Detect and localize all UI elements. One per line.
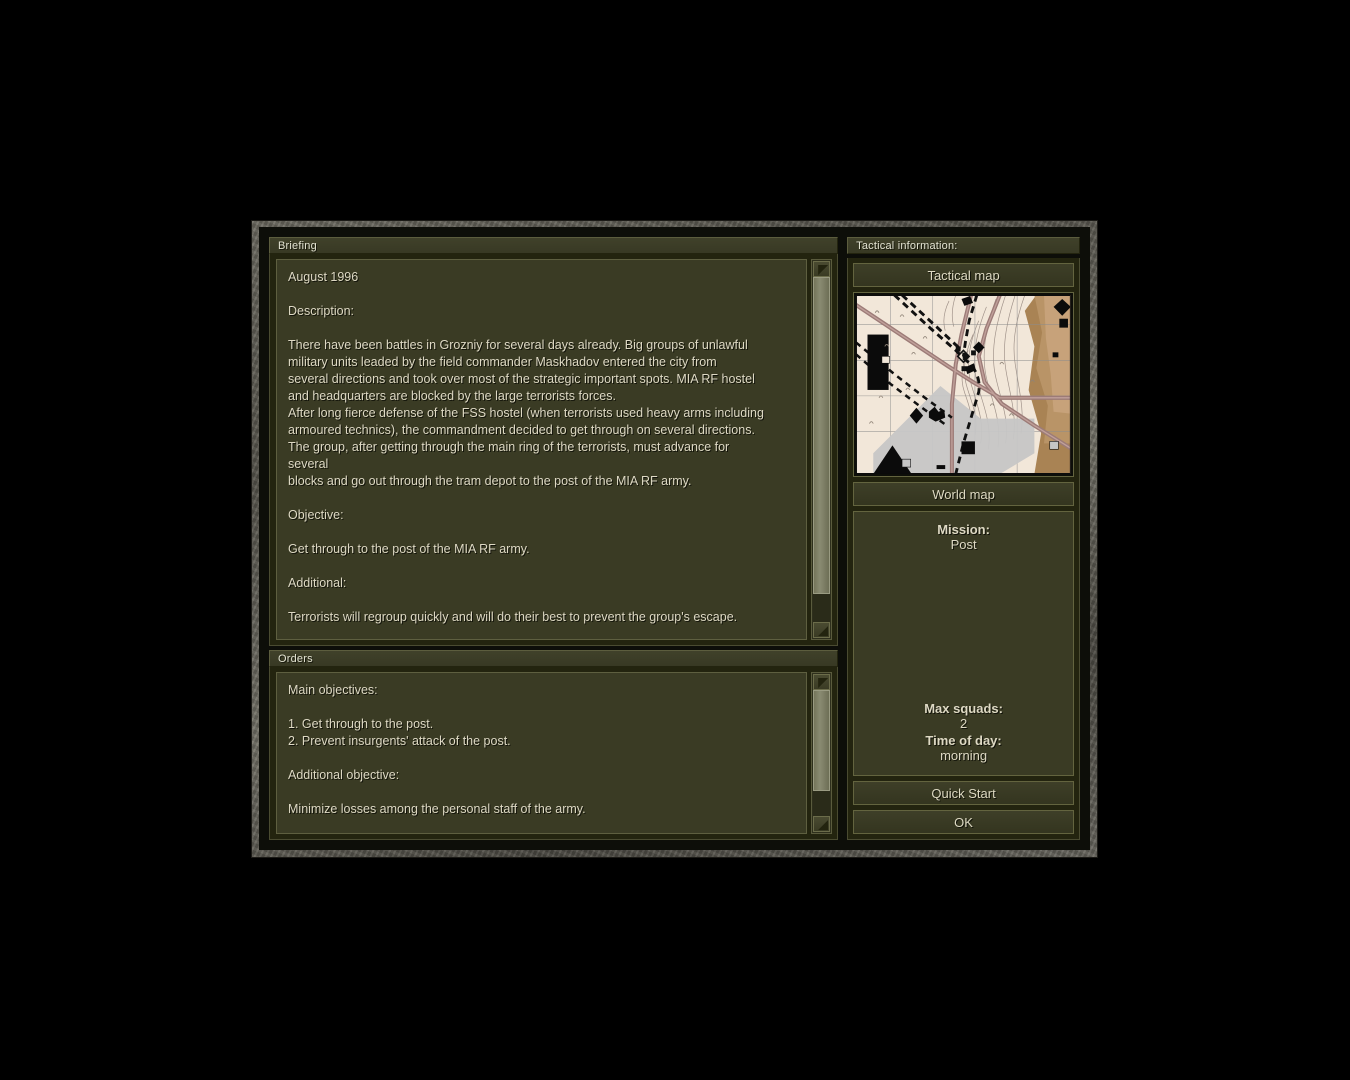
quick-start-button[interactable]: Quick Start	[853, 781, 1074, 805]
orders-scroll-down-arrow-icon[interactable]	[813, 816, 831, 832]
briefing-text: August 1996 Description: There have been…	[276, 259, 808, 640]
briefing-section: Briefing August 1996 Description: There …	[269, 237, 839, 646]
tactical-body: Tactical map World map Mission: Post Max…	[847, 258, 1080, 840]
orders-text: Main objectives: 1. Get through to the p…	[276, 672, 808, 834]
scroll-up-arrow-icon[interactable]	[813, 261, 831, 277]
briefing-scrollbar[interactable]	[811, 259, 833, 640]
briefing-body: August 1996 Description: There have been…	[269, 254, 839, 646]
mission-value: Post	[950, 537, 977, 552]
tactical-map-thumbnail[interactable]	[853, 292, 1074, 477]
briefing-title: Briefing	[278, 239, 317, 252]
scroll-down-arrow-icon[interactable]	[813, 622, 831, 638]
orders-scroll-up-arrow-icon[interactable]	[813, 674, 831, 690]
left-column: Briefing August 1996 Description: There …	[260, 228, 840, 849]
world-map-button[interactable]: World map	[853, 482, 1074, 506]
time-of-day-label: Time of day:	[925, 733, 1002, 748]
tactical-titlebar: Tactical information:	[847, 237, 1080, 254]
orders-section: Orders Main objectives: 1. Get through t…	[269, 650, 839, 840]
tactical-map-button[interactable]: Tactical map	[853, 263, 1074, 287]
mission-info-box: Mission: Post Max squads: 2 Time of day:…	[853, 511, 1074, 776]
briefing-scroll-track[interactable]	[813, 277, 831, 622]
tactical-map-image	[856, 295, 1071, 474]
orders-scroll-thumb[interactable]	[813, 690, 831, 791]
right-column: Tactical information: Tactical map World…	[847, 228, 1089, 849]
orders-titlebar: Orders	[269, 650, 839, 667]
orders-title: Orders	[278, 652, 313, 665]
time-of-day-value: morning	[940, 748, 988, 763]
briefing-titlebar: Briefing	[269, 237, 839, 254]
orders-scroll-track[interactable]	[813, 690, 831, 816]
mission-label: Mission:	[937, 522, 990, 537]
mission-spacer	[860, 554, 1067, 701]
briefing-window: Briefing August 1996 Description: There …	[252, 221, 1097, 857]
tactical-title: Tactical information:	[856, 239, 958, 252]
max-squads-label: Max squads:	[924, 701, 1003, 716]
orders-scrollbar[interactable]	[811, 672, 833, 834]
max-squads-value: 2	[959, 716, 968, 731]
orders-body: Main objectives: 1. Get through to the p…	[269, 667, 839, 840]
briefing-scroll-thumb[interactable]	[813, 277, 831, 595]
window-inner: Briefing August 1996 Description: There …	[259, 227, 1090, 850]
ok-button[interactable]: OK	[853, 810, 1074, 834]
